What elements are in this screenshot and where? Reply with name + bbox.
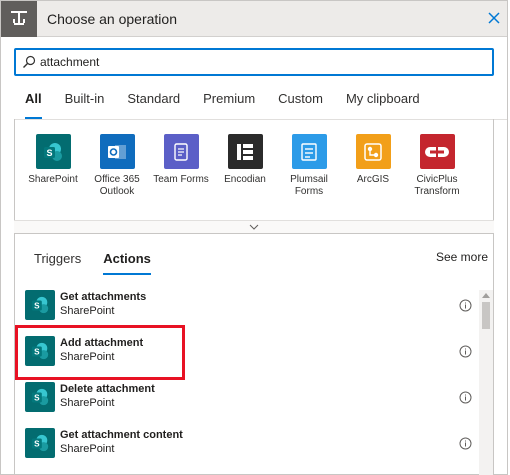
outlook-icon — [99, 134, 135, 169]
connector-encodian[interactable]: Encodian — [213, 134, 277, 186]
info-icon[interactable] — [459, 391, 472, 404]
action-get-attachments[interactable]: S Get attachments SharePoint — [25, 290, 475, 324]
connector-plumsail-forms[interactable]: Plumsail Forms — [277, 134, 341, 198]
connector-label: SharePoint — [28, 174, 78, 185]
action-name: Delete attachment — [60, 383, 155, 395]
connector-label: Encodian — [224, 174, 266, 185]
sharepoint-icon: S — [35, 134, 71, 169]
action-name: Get attachments — [60, 291, 147, 303]
close-icon[interactable] — [485, 9, 503, 27]
plumsail-icon — [291, 134, 327, 169]
forms-icon — [163, 134, 199, 169]
connector-civicplus-transform[interactable]: CivicPlus Transform — [405, 134, 469, 198]
civicplus-icon — [419, 134, 455, 169]
action-connector: SharePoint — [60, 397, 115, 409]
chevron-down-icon — [249, 224, 259, 230]
action-connector: SharePoint — [60, 305, 115, 317]
info-icon[interactable] — [459, 299, 472, 312]
tab-my-clipboard[interactable]: My clipboard — [346, 91, 420, 113]
tab-actions[interactable]: Actions — [103, 251, 151, 275]
action-add-attachment[interactable]: S Add attachment SharePoint — [25, 336, 475, 370]
panel-title: Choose an operation — [47, 11, 177, 27]
tab-premium[interactable]: Premium — [203, 91, 255, 113]
action-name: Get attachment content — [60, 429, 183, 441]
tab-triggers[interactable]: Triggers — [34, 251, 81, 266]
connector-label: Team Forms — [153, 174, 209, 185]
operation-icon — [1, 1, 37, 37]
see-more-link[interactable]: See more — [436, 250, 488, 264]
connector-label: CivicPlus Transform — [414, 174, 460, 197]
connector-label: ArcGIS — [356, 174, 390, 185]
scroll-up-arrow-icon[interactable] — [482, 292, 490, 298]
action-name: Add attachment — [60, 337, 144, 349]
connector-label: Office 365 Outlook — [94, 174, 140, 197]
operation-type-tabs: Triggers Actions — [34, 251, 173, 275]
sharepoint-icon: S — [25, 428, 55, 458]
info-icon[interactable] — [459, 345, 472, 358]
svg-text:S: S — [34, 440, 40, 449]
operation-panel: Choose an operation All Built-in Standar… — [0, 0, 508, 475]
svg-text:S: S — [34, 394, 40, 403]
sharepoint-icon: S — [25, 336, 55, 366]
sharepoint-icon: S — [25, 290, 55, 320]
sharepoint-icon: S — [25, 382, 55, 412]
action-get-attachment-content[interactable]: S Get attachment content SharePoint — [25, 428, 475, 462]
connector-sharepoint[interactable]: S SharePoint — [21, 134, 85, 186]
connector-office-365-outlook[interactable]: Office 365 Outlook — [85, 134, 149, 198]
search-input[interactable] — [40, 52, 480, 72]
action-delete-attachment[interactable]: S Delete attachment SharePoint — [25, 382, 475, 416]
tab-standard[interactable]: Standard — [127, 91, 180, 113]
scroll-thumb[interactable] — [482, 302, 490, 329]
action-connector: SharePoint — [60, 351, 115, 363]
operations-list-panel: Triggers Actions See more S Get attachme… — [14, 234, 494, 475]
svg-text:S: S — [46, 148, 52, 158]
panel-header: Choose an operation — [1, 1, 507, 37]
tab-custom[interactable]: Custom — [278, 91, 323, 113]
arcgis-icon — [355, 134, 391, 169]
actions-scrollbar[interactable] — [479, 290, 493, 475]
search-box[interactable] — [14, 48, 494, 76]
svg-text:S: S — [34, 302, 40, 311]
connector-grid: S SharePoint Office 365 Outlook Team For… — [14, 119, 494, 233]
connector-arcgis[interactable]: ArcGIS — [341, 134, 405, 186]
connector-label: Plumsail Forms — [290, 174, 328, 197]
search-icon — [23, 55, 36, 68]
info-icon[interactable] — [459, 437, 472, 450]
encodian-icon — [227, 134, 263, 169]
tab-all[interactable]: All — [25, 91, 42, 119]
category-tabs: All Built-in Standard Premium Custom My … — [25, 91, 443, 119]
connector-team-forms[interactable]: Team Forms — [149, 134, 213, 186]
action-connector: SharePoint — [60, 443, 115, 455]
tab-built-in[interactable]: Built-in — [65, 91, 105, 113]
expand-connectors-button[interactable] — [14, 220, 494, 234]
svg-text:S: S — [34, 348, 40, 357]
